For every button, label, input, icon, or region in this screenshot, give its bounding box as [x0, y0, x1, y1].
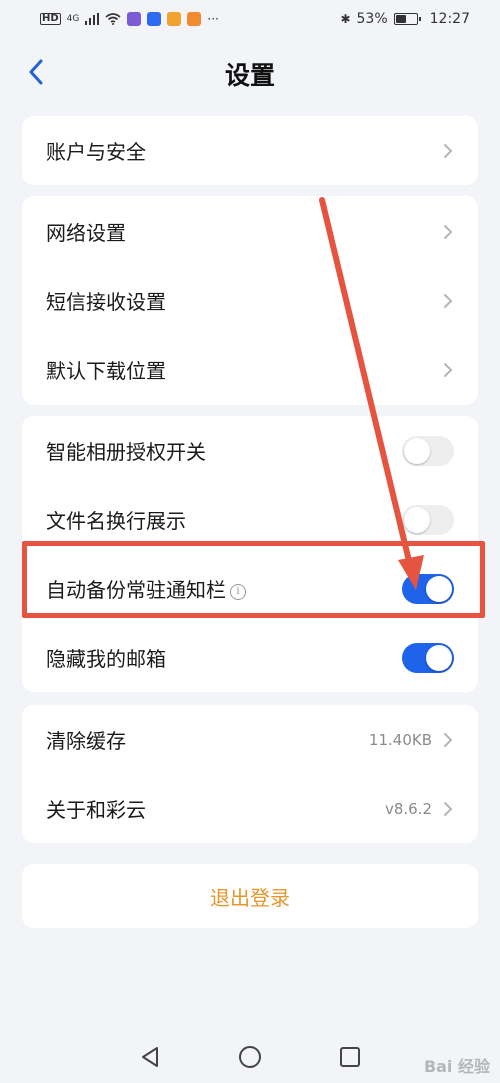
toggle-knob [404, 506, 430, 533]
status-bar: HD 4G ··· ✱ 53% 12:27 [0, 0, 500, 38]
bluetooth-icon: ✱ [340, 12, 351, 26]
toggle-knob [426, 575, 452, 602]
version-value: v8.6.2 [384, 799, 432, 818]
circle-home-icon [239, 1045, 261, 1068]
settings-group-network: 网络设置 短信接收设置 默认下载位置 [22, 196, 478, 405]
filename-wrap-toggle[interactable] [402, 504, 454, 535]
toggle-knob [426, 644, 452, 671]
app-notification-icon [187, 12, 202, 26]
nav-home-button[interactable] [230, 1037, 270, 1077]
cache-size-value: 11.40KB [368, 730, 432, 749]
settings-item-label: 自动备份常驻通知栏 i [46, 574, 402, 603]
header: 设置 [0, 44, 500, 100]
nav-recents-button[interactable] [330, 1037, 370, 1077]
settings-item-label: 网络设置 [46, 221, 126, 245]
settings-item-label: 智能相册授权开关 [46, 440, 206, 464]
signal-type-label: 4G [66, 13, 80, 24]
settings-item-label: 账户与安全 [46, 140, 146, 164]
app-notification-icon [147, 12, 162, 26]
nav-back-button[interactable] [130, 1037, 170, 1077]
settings-group-toggles: 智能相册授权开关 文件名换行展示 自动备份常驻通知栏 i 隐藏我的邮箱 [22, 416, 478, 692]
settings-item-auto-backup-notification: 自动备份常驻通知栏 i [22, 554, 478, 623]
settings-item-download-location[interactable]: 默认下载位置 [22, 335, 478, 404]
status-bar-right: ✱ 53% 12:27 [340, 11, 470, 27]
settings-item-label: 清除缓存 [46, 729, 126, 753]
hd-icon: HD [40, 13, 61, 25]
chevron-right-icon [442, 361, 454, 379]
settings-item-label: 短信接收设置 [46, 290, 166, 314]
wifi-icon [105, 13, 121, 25]
auto-backup-label: 自动备份常驻通知栏 [46, 578, 226, 602]
smart-album-toggle[interactable] [402, 435, 454, 466]
clock: 12:27 [429, 11, 470, 27]
settings-item-sms-receive[interactable]: 短信接收设置 [22, 266, 478, 335]
battery-level [395, 15, 406, 23]
square-recents-icon [340, 1046, 360, 1067]
battery-percent: 53% [356, 11, 388, 27]
settings-item-account-security[interactable]: 账户与安全 [22, 116, 478, 185]
chevron-right-icon [442, 731, 454, 749]
more-notifications-icon: ··· [207, 12, 219, 26]
settings-item-label: 默认下载位置 [46, 359, 166, 383]
app-notification-icon [167, 12, 182, 26]
logout-button[interactable]: 退出登录 [22, 864, 478, 928]
settings-item-label: 隐藏我的邮箱 [46, 647, 166, 671]
cell-signal-icon [85, 13, 100, 25]
settings-item-filename-wrap: 文件名换行展示 [22, 485, 478, 554]
hide-email-toggle[interactable] [402, 642, 454, 673]
settings-item-label: 关于和彩云 [46, 798, 146, 822]
settings-item-network[interactable]: 网络设置 [22, 197, 478, 266]
page-title: 设置 [224, 61, 275, 90]
app-notification-icon [127, 12, 142, 26]
chevron-right-icon [442, 142, 454, 160]
chevron-right-icon [442, 292, 454, 310]
logout-label: 退出登录 [210, 885, 290, 910]
settings-item-smart-album: 智能相册授权开关 [22, 416, 478, 485]
settings-group-account: 账户与安全 [22, 116, 478, 185]
settings-item-about[interactable]: 关于和彩云 v8.6.2 [22, 774, 478, 843]
toggle-knob [404, 437, 430, 464]
settings-item-clear-cache[interactable]: 清除缓存 11.40KB [22, 705, 478, 774]
settings-item-hide-email: 隐藏我的邮箱 [22, 623, 478, 692]
status-bar-left: HD 4G ··· [40, 12, 219, 26]
watermark: Bai 经验 [423, 1057, 490, 1076]
battery-icon [393, 13, 421, 25]
settings-item-label: 文件名换行展示 [46, 509, 186, 533]
triangle-back-icon [142, 1046, 158, 1067]
chevron-right-icon [442, 800, 454, 818]
settings-group-misc: 清除缓存 11.40KB 关于和彩云 v8.6.2 [22, 705, 478, 843]
auto-backup-notification-toggle[interactable] [402, 573, 454, 604]
info-icon[interactable]: i [230, 583, 246, 600]
chevron-right-icon [442, 223, 454, 241]
